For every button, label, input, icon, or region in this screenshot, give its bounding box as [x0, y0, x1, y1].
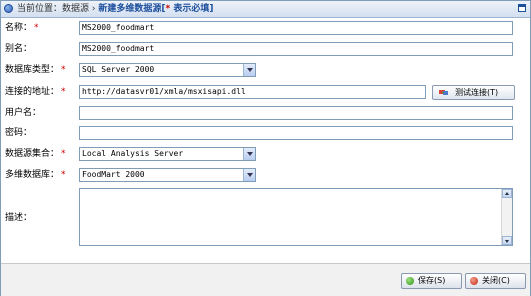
required-star: *: [61, 87, 66, 97]
alias-input[interactable]: MS2000_foodmart: [79, 42, 513, 56]
chevron-down-icon[interactable]: [243, 148, 255, 160]
dialog-footer: 保存(S) 关闭(C): [1, 263, 530, 296]
breadcrumb-path[interactable]: 数据源: [62, 4, 89, 14]
breadcrumb-prefix: 当前位置：: [17, 4, 63, 14]
test-connection-label: 测试连接(T): [455, 88, 499, 97]
maximize-icon[interactable]: [518, 4, 526, 12]
ds-set-value: Local Analysis Server: [82, 149, 184, 158]
connection-url-input[interactable]: http://datasvr01/xmla/msxisapi.dll: [79, 85, 426, 99]
required-star: *: [61, 170, 66, 180]
description-label: 描述：: [5, 213, 33, 223]
db-type-label: 数据库类型： *: [5, 63, 66, 77]
username-label: 用户名：: [5, 108, 42, 118]
breadcrumb-separator: ›: [91, 4, 96, 14]
alias-label: 别名：: [5, 44, 33, 54]
chevron-down-icon[interactable]: [243, 64, 255, 76]
required-star: *: [34, 23, 39, 33]
test-connection-icon: [439, 90, 448, 95]
db-type-value: SQL Server 2000: [82, 65, 155, 74]
breadcrumb: 当前位置：数据源 › 新建多维数据源[* 表示必填]: [17, 3, 214, 15]
title-bar: 当前位置：数据源 › 新建多维数据源[* 表示必填]: [1, 1, 530, 18]
ds-set-label: 数据源集合： *: [5, 147, 66, 161]
close-icon: [470, 277, 478, 285]
vertical-scrollbar[interactable]: [501, 189, 512, 245]
cube-db-label: 多维数据库： *: [5, 168, 66, 182]
save-button-label: 保存(S): [418, 276, 446, 285]
close-button[interactable]: 关闭(C): [465, 273, 526, 289]
save-button[interactable]: 保存(S): [401, 273, 462, 289]
connection-label: 连接的地址： *: [5, 85, 66, 99]
test-connection-button[interactable]: 测试连接(T): [432, 85, 515, 100]
bracket-close: ]: [209, 4, 214, 14]
cube-db-select[interactable]: FoodMart 2000: [79, 168, 256, 182]
check-icon: [406, 277, 414, 285]
ds-set-label-text: 数据源集合：: [5, 149, 60, 159]
db-type-label-text: 数据库类型：: [5, 65, 60, 75]
chevron-down-icon[interactable]: [243, 169, 255, 181]
cube-db-label-text: 多维数据库：: [5, 170, 60, 180]
connection-label-text: 连接的地址：: [5, 87, 60, 97]
ds-set-select[interactable]: Local Analysis Server: [79, 147, 256, 161]
username-input[interactable]: [79, 106, 513, 120]
name-label-text: 名称：: [5, 23, 33, 33]
close-button-label: 关闭(C): [482, 276, 510, 285]
password-label: 密码：: [5, 128, 33, 138]
description-textarea[interactable]: [79, 188, 513, 246]
page-title: 新建多维数据源: [98, 4, 162, 14]
db-type-select[interactable]: SQL Server 2000: [79, 63, 256, 77]
cube-db-value: FoodMart 2000: [82, 170, 145, 179]
location-icon: [4, 4, 13, 13]
required-note: 表示必填: [170, 4, 210, 14]
name-label: 名称： *: [5, 21, 39, 35]
dialog-window: 当前位置：数据源 › 新建多维数据源[* 表示必填] 名称： * MS2000_f…: [0, 0, 531, 296]
required-star: *: [61, 65, 66, 75]
name-input[interactable]: MS2000_foodmart: [79, 21, 513, 35]
password-input[interactable]: [79, 126, 513, 140]
scroll-down-icon[interactable]: [502, 236, 512, 245]
scroll-up-icon[interactable]: [502, 189, 512, 198]
required-star: *: [61, 149, 66, 159]
